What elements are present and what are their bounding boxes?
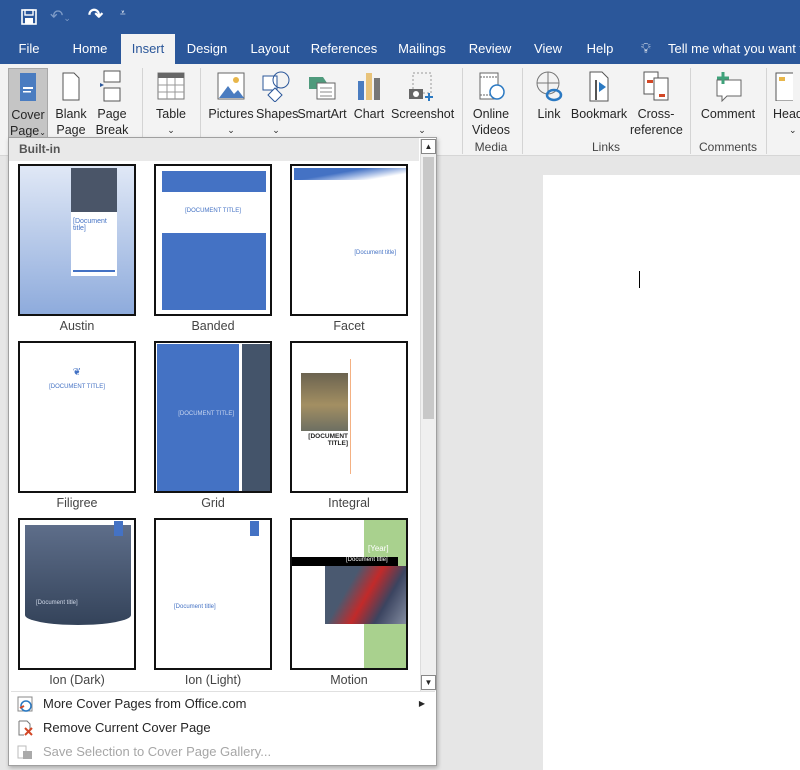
submenu-arrow-icon: ▶ bbox=[418, 699, 425, 708]
tab-file[interactable]: File bbox=[12, 34, 46, 64]
gallery-label: Ion (Dark) bbox=[49, 673, 105, 687]
shapes-icon bbox=[256, 68, 296, 104]
online-videos-button[interactable]: Online Videos bbox=[468, 68, 514, 138]
gallery-item-banded[interactable]: [DOCUMENT TITLE] bbox=[154, 164, 272, 316]
tab-insert[interactable]: Insert bbox=[121, 34, 175, 64]
tab-layout[interactable]: Layout bbox=[246, 34, 294, 64]
customize-icon[interactable]: ⩡ bbox=[120, 8, 126, 19]
page-break-button[interactable]: Page Break bbox=[93, 68, 131, 138]
bookmark-button[interactable]: Bookmark bbox=[570, 68, 628, 122]
title-bar: ↶⌄ ↷ ⩡ bbox=[0, 0, 800, 34]
shapes-button[interactable]: Shapes ⌄ bbox=[256, 68, 298, 138]
blank-page-icon bbox=[53, 68, 89, 104]
menu-save-selection: Save Selection to Cover Page Gallery... bbox=[13, 740, 433, 764]
group-label-media: Media bbox=[474, 140, 508, 154]
cover-page-icon bbox=[9, 69, 47, 105]
tab-review[interactable]: Review bbox=[466, 34, 514, 64]
cover-page-gallery: Built-in ▲ ▼ [Document title] Austin [DO… bbox=[8, 137, 437, 766]
cross-reference-button[interactable]: Cross-reference bbox=[630, 68, 683, 138]
screenshot-button[interactable]: Screenshot ⌄ bbox=[391, 68, 454, 138]
save-icon[interactable] bbox=[20, 8, 38, 26]
screenshot-icon bbox=[391, 68, 453, 104]
link-icon bbox=[530, 68, 568, 104]
separator bbox=[766, 68, 767, 154]
pictures-icon bbox=[208, 68, 254, 104]
scroll-thumb[interactable] bbox=[423, 157, 434, 419]
gallery-scrollbar[interactable]: ▲ ▼ bbox=[420, 139, 436, 691]
table-button[interactable]: Table ⌄ bbox=[150, 68, 192, 138]
cross-reference-icon bbox=[630, 68, 682, 104]
menu-remove-cover-page[interactable]: Remove Current Cover Page bbox=[13, 716, 433, 740]
tab-mailings[interactable]: Mailings bbox=[394, 34, 450, 64]
pictures-button[interactable]: Pictures ⌄ bbox=[208, 68, 254, 138]
gallery-item-ion-light[interactable]: [Document title] bbox=[154, 518, 272, 670]
gallery-label: Integral bbox=[328, 496, 370, 510]
comment-icon bbox=[697, 68, 759, 104]
menu-more-cover-pages[interactable]: More Cover Pages from Office.com ▶ bbox=[13, 692, 433, 716]
group-label-comments: Comments bbox=[698, 140, 757, 154]
tab-references[interactable]: References bbox=[310, 34, 378, 64]
undo-icon[interactable]: ↶⌄ bbox=[50, 6, 71, 26]
remove-page-icon bbox=[18, 720, 33, 736]
online-videos-icon bbox=[468, 68, 514, 104]
chart-button[interactable]: Chart bbox=[352, 68, 386, 122]
gallery-label: Facet bbox=[333, 319, 365, 333]
gallery-label: Filigree bbox=[56, 496, 98, 510]
smartart-button[interactable]: SmartArt bbox=[297, 68, 347, 122]
flourish-icon: ❦ bbox=[72, 367, 82, 378]
text-cursor bbox=[639, 271, 640, 288]
separator bbox=[690, 68, 691, 154]
table-icon bbox=[150, 68, 192, 104]
header-icon bbox=[773, 68, 800, 104]
tab-view[interactable]: View bbox=[530, 34, 566, 64]
tab-help[interactable]: Help bbox=[582, 34, 618, 64]
section-header-built-in: Built-in bbox=[9, 138, 419, 161]
lightbulb-icon: 💡︎ bbox=[641, 40, 651, 56]
header-button[interactable]: Head ⌄ bbox=[773, 68, 800, 138]
gallery-item-grid[interactable]: [DOCUMENT TITLE] bbox=[154, 341, 272, 493]
office-globe-icon bbox=[17, 696, 33, 712]
ribbon-tabs: File Home Insert Design Layout Reference… bbox=[0, 34, 800, 64]
redo-icon[interactable]: ↷ bbox=[88, 5, 103, 26]
save-gallery-icon bbox=[17, 745, 32, 759]
gallery-item-filigree[interactable]: ❦ [DOCUMENT TITLE] bbox=[18, 341, 136, 493]
cover-page-button[interactable]: Cover Page⌄ bbox=[8, 68, 48, 138]
group-label-links: Links bbox=[591, 140, 620, 154]
separator bbox=[462, 68, 463, 154]
gallery-item-austin[interactable]: [Document title] bbox=[18, 164, 136, 316]
gallery-item-integral[interactable]: [DOCUMENT TITLE] bbox=[290, 341, 408, 493]
gallery-label: Ion (Light) bbox=[184, 673, 242, 687]
gallery-item-facet[interactable]: [Document title] bbox=[290, 164, 408, 316]
gallery-label: Austin bbox=[59, 319, 95, 333]
page-break-icon bbox=[93, 68, 131, 104]
chart-icon bbox=[352, 68, 386, 104]
comment-button[interactable]: Comment bbox=[697, 68, 759, 122]
blank-page-button[interactable]: Blank Page bbox=[53, 68, 89, 138]
document-page[interactable] bbox=[543, 175, 800, 770]
smartart-icon bbox=[297, 68, 347, 104]
gallery-item-motion[interactable]: [Year] [Document title] bbox=[290, 518, 408, 670]
scroll-up-button[interactable]: ▲ bbox=[421, 139, 436, 154]
separator bbox=[522, 68, 523, 154]
tab-home[interactable]: Home bbox=[68, 34, 112, 64]
bookmark-icon bbox=[570, 68, 628, 104]
gallery-item-ion-dark[interactable]: [Document title] bbox=[18, 518, 136, 670]
link-button[interactable]: Link bbox=[530, 68, 568, 122]
tab-design[interactable]: Design bbox=[184, 34, 230, 64]
scroll-down-button[interactable]: ▼ bbox=[421, 675, 436, 690]
gallery-label: Motion bbox=[330, 673, 368, 687]
tell-me-search[interactable]: Tell me what you want to bbox=[668, 34, 800, 64]
gallery-label: Grid bbox=[201, 496, 225, 510]
gallery-label: Banded bbox=[191, 319, 235, 333]
